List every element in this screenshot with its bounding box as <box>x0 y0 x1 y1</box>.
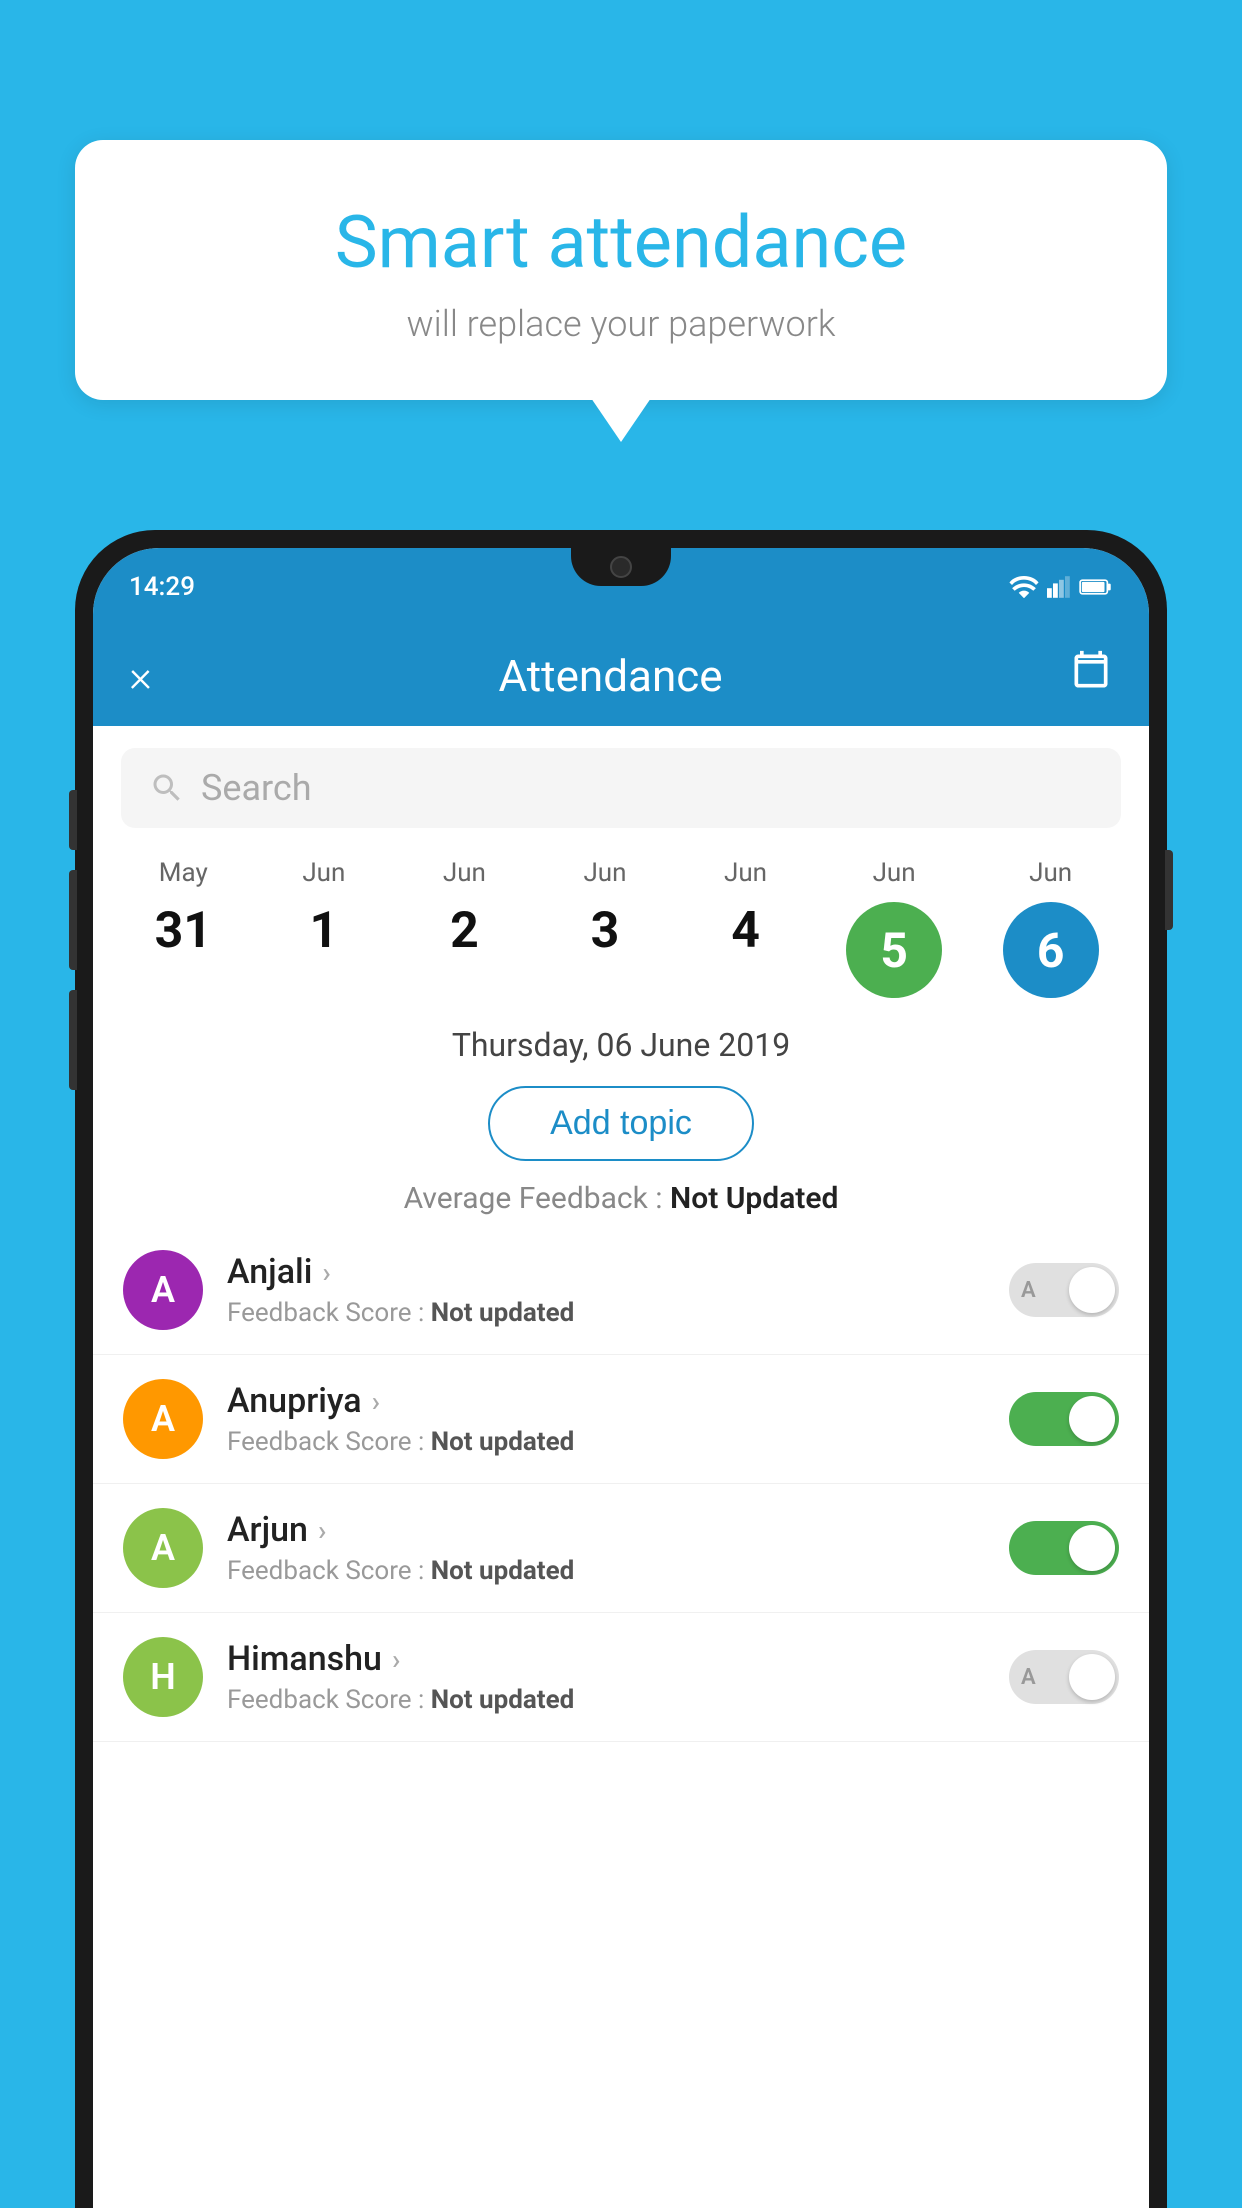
avatar-anjali: A <box>123 1250 203 1330</box>
average-feedback: Average Feedback : Not Updated <box>93 1181 1149 1216</box>
calendar-day-may31[interactable]: May 31 <box>143 858 223 998</box>
student-list: A Anjali › Feedback Score : Not updated … <box>93 1226 1149 1742</box>
calendar-day-jun3[interactable]: Jun 3 <box>565 858 645 998</box>
volume-up-button <box>69 790 77 850</box>
search-bar[interactable]: Search <box>121 748 1121 828</box>
calendar-icon[interactable] <box>1069 649 1113 703</box>
page-title: Attendance <box>498 650 722 702</box>
avatar-anupriya: A <box>123 1379 203 1459</box>
toggle-anjali[interactable]: A <box>1009 1263 1119 1317</box>
calendar-day-jun5[interactable]: Jun 5 <box>846 858 942 998</box>
status-icons <box>1009 576 1113 598</box>
toggle-himanshu[interactable]: A <box>1009 1650 1119 1704</box>
close-button[interactable]: × <box>129 650 152 702</box>
student-info-anjali: Anjali › Feedback Score : Not updated <box>227 1252 985 1328</box>
student-name-himanshu: Himanshu <box>227 1639 382 1679</box>
chevron-icon: › <box>392 1643 400 1676</box>
student-name-arjun: Arjun <box>227 1510 308 1550</box>
chevron-icon: › <box>322 1256 330 1289</box>
avatar-arjun: A <box>123 1508 203 1588</box>
phone-frame: 14:29 <box>75 530 1167 2208</box>
chevron-icon: › <box>318 1514 326 1547</box>
signal-icon <box>1047 576 1071 598</box>
volume-down-button <box>69 870 77 970</box>
bubble-subtitle: will replace your paperwork <box>125 303 1117 345</box>
chevron-icon: › <box>372 1385 380 1418</box>
battery-icon <box>1079 576 1113 598</box>
student-name-anjali: Anjali <box>227 1252 312 1292</box>
status-bar: 14:29 <box>93 548 1149 626</box>
selected-date-label: Thursday, 06 June 2019 <box>93 1026 1149 1064</box>
student-info-himanshu: Himanshu › Feedback Score : Not updated <box>227 1639 985 1715</box>
bubble-title: Smart attendance <box>125 200 1117 285</box>
app-header: × Attendance <box>93 626 1149 726</box>
silent-button <box>69 990 77 1090</box>
calendar-day-jun2[interactable]: Jun 2 <box>424 858 504 998</box>
calendar-row: May 31 Jun 1 Jun 2 Jun 3 <box>93 828 1149 998</box>
status-time: 14:29 <box>129 572 195 602</box>
toggle-anupriya[interactable]: P <box>1009 1392 1119 1446</box>
calendar-day-jun1[interactable]: Jun 1 <box>284 858 364 998</box>
notch <box>571 548 671 586</box>
student-item-arjun[interactable]: A Arjun › Feedback Score : Not updated P <box>93 1484 1149 1613</box>
student-item-himanshu[interactable]: H Himanshu › Feedback Score : Not update… <box>93 1613 1149 1742</box>
power-button <box>1165 850 1173 930</box>
student-name-anupriya: Anupriya <box>227 1381 362 1421</box>
student-item-anjali[interactable]: A Anjali › Feedback Score : Not updated … <box>93 1226 1149 1355</box>
student-item-anupriya[interactable]: A Anupriya › Feedback Score : Not update… <box>93 1355 1149 1484</box>
toggle-arjun[interactable]: P <box>1009 1521 1119 1575</box>
speech-bubble: Smart attendance will replace your paper… <box>75 140 1167 400</box>
calendar-day-jun6[interactable]: Jun 6 <box>1003 858 1099 998</box>
camera <box>610 556 632 578</box>
avatar-himanshu: H <box>123 1637 203 1717</box>
wifi-icon <box>1009 576 1039 598</box>
student-info-anupriya: Anupriya › Feedback Score : Not updated <box>227 1381 985 1457</box>
student-info-arjun: Arjun › Feedback Score : Not updated <box>227 1510 985 1586</box>
add-topic-button[interactable]: Add topic <box>488 1086 754 1161</box>
search-input[interactable]: Search <box>201 767 312 809</box>
calendar-day-jun4[interactable]: Jun 4 <box>706 858 786 998</box>
search-icon <box>149 770 185 806</box>
